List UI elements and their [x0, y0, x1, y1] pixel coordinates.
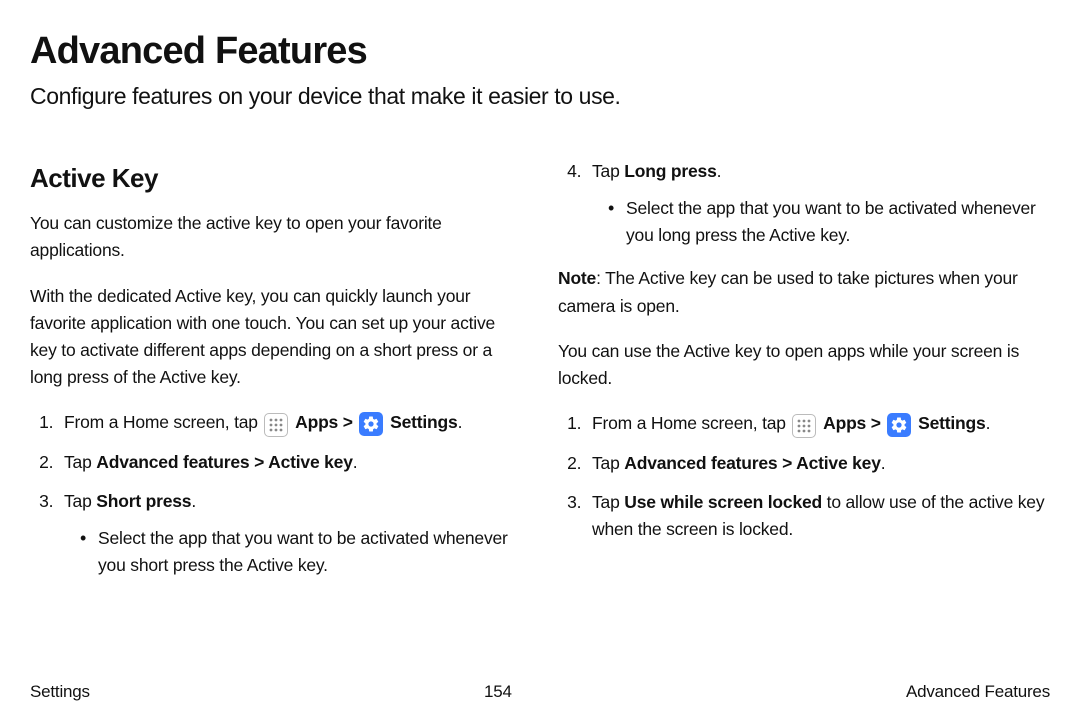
step-end: . [717, 161, 722, 181]
steps-list-right-top: Tap Long press. Select the app that you … [558, 158, 1050, 249]
step-text: Tap [592, 492, 624, 512]
steps-list-right: From a Home screen, tap Apps > Settings.… [558, 410, 1050, 543]
step-item: From a Home screen, tap Apps > Settings. [58, 409, 522, 437]
separator: > [866, 413, 885, 433]
apps-label: Apps [295, 412, 338, 432]
settings-icon [887, 413, 911, 437]
step-text: Tap [64, 491, 96, 511]
step-bold: Advanced features > Active key [624, 453, 880, 473]
step-end: . [191, 491, 196, 511]
apps-icon [264, 413, 288, 437]
content-columns: Active Key You can customize the active … [30, 158, 1050, 596]
step-item: From a Home screen, tap Apps > Settings. [586, 410, 1050, 438]
step-text: Tap [592, 161, 624, 181]
section-heading: Active Key [30, 158, 522, 198]
step-item: Tap Long press. Select the app that you … [586, 158, 1050, 249]
sub-bullet-list: Select the app that you want to be activ… [592, 195, 1050, 249]
intro-paragraph-1: You can customize the active key to open… [30, 210, 522, 264]
left-column: Active Key You can customize the active … [30, 158, 522, 596]
step-item: Tap Use while screen locked to allow use… [586, 489, 1050, 543]
page-footer: Settings 154 Advanced Features [30, 682, 1050, 702]
bullet-item: Select the app that you want to be activ… [608, 195, 1050, 249]
step-end: . [986, 413, 991, 433]
step-end: . [353, 452, 358, 472]
footer-page-number: 154 [484, 682, 512, 702]
settings-icon [359, 412, 383, 436]
step-bold: Short press [96, 491, 191, 511]
note-text: : The Active key can be used to take pic… [558, 268, 1018, 315]
step-bold: Advanced features > Active key [96, 452, 352, 472]
step-item: Tap Advanced features > Active key. [586, 450, 1050, 477]
step-item: Tap Advanced features > Active key. [58, 449, 522, 476]
intro-paragraph-2: With the dedicated Active key, you can q… [30, 283, 522, 392]
settings-label: Settings [390, 412, 457, 432]
step-end: . [881, 453, 886, 473]
note-label: Note [558, 268, 596, 288]
step-text: Tap [64, 452, 96, 472]
separator: > [338, 412, 357, 432]
step-text: Tap [592, 453, 624, 473]
page-title: Advanced Features [30, 30, 1050, 73]
settings-label: Settings [918, 413, 985, 433]
step-item: Tap Short press. Select the app that you… [58, 488, 522, 579]
apps-icon [792, 414, 816, 438]
step-text: From a Home screen, tap [64, 412, 262, 432]
right-intro: You can use the Active key to open apps … [558, 338, 1050, 392]
step-text: From a Home screen, tap [592, 413, 790, 433]
step-end: . [458, 412, 463, 432]
sub-bullet-list: Select the app that you want to be activ… [64, 525, 522, 579]
right-column: Tap Long press. Select the app that you … [558, 158, 1050, 596]
note-paragraph: Note: The Active key can be used to take… [558, 265, 1050, 319]
step-bold: Long press [624, 161, 716, 181]
footer-right: Advanced Features [906, 682, 1050, 702]
page-subtitle: Configure features on your device that m… [30, 83, 1050, 110]
steps-list-left: From a Home screen, tap Apps > Settings.… [30, 409, 522, 580]
step-bold: Use while screen locked [624, 492, 822, 512]
bullet-item: Select the app that you want to be activ… [80, 525, 522, 579]
apps-label: Apps [823, 413, 866, 433]
footer-left: Settings [30, 682, 90, 702]
